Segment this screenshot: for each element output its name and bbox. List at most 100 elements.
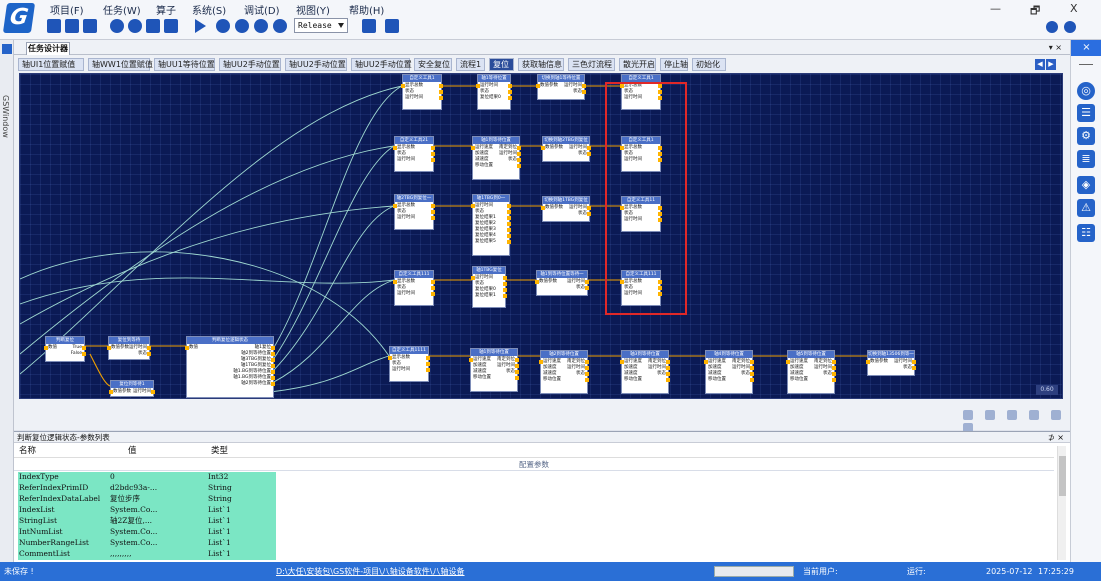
output-pin[interactable] (587, 206, 591, 210)
input-pin[interactable] (541, 146, 545, 150)
output-pin[interactable] (750, 372, 754, 376)
flow-tab[interactable]: 流程1 (456, 58, 485, 71)
input-pin[interactable] (393, 204, 397, 208)
output-pin[interactable] (515, 376, 519, 380)
flow-node[interactable]: 轴1到等待位置 运行速度 南定到位 加速度 运行时间 减速度 状态 移动位置 (469, 348, 519, 392)
output-pin[interactable] (515, 358, 519, 362)
flow-node[interactable]: 轴3到等待位置 运行速度 南定到位 加速度 运行时间 减速度 状态 移动位置 (620, 350, 670, 394)
loop-icon[interactable] (216, 19, 230, 33)
full-screen-icon[interactable] (164, 19, 178, 33)
output-pin[interactable] (426, 362, 430, 366)
minimize-button[interactable]: — (990, 2, 1001, 15)
output-pin[interactable] (147, 346, 151, 350)
flow-tab[interactable]: 轴UU2手动位置 (285, 58, 347, 71)
output-pin[interactable] (832, 366, 836, 370)
flow-node[interactable]: 切换到轴1等待位置 数值参数 运行时间 状态 (536, 74, 586, 100)
output-pin[interactable] (507, 204, 511, 208)
output-pin[interactable] (912, 360, 916, 364)
flow-node[interactable]: 轴1到等待位置等待一 数值参数 运行时间 状态 (535, 270, 589, 296)
output-pin[interactable] (515, 370, 519, 374)
flow-tab[interactable]: 复位 (489, 58, 514, 71)
output-pin[interactable] (507, 228, 511, 232)
input-pin[interactable] (471, 204, 475, 208)
flow-node[interactable]: 切换到轴13506到等一 数值参数 运行时间 状态 (866, 350, 916, 376)
flow-tab[interactable]: 轴UU2手动位置 (351, 58, 412, 71)
output-pin[interactable] (151, 390, 155, 394)
tab-task-designer[interactable]: 任务设计器 (26, 42, 70, 55)
output-pin[interactable] (503, 288, 507, 292)
parameter-panel-controls[interactable]: ⊅ × (1048, 432, 1064, 443)
flow-node[interactable]: 自定义工具21 显示总数 状态 运行时间 (393, 136, 435, 172)
output-pin[interactable] (431, 158, 435, 162)
input-pin[interactable] (393, 280, 397, 284)
output-pin[interactable] (507, 216, 511, 220)
stop-icon[interactable] (273, 19, 287, 33)
run-icon[interactable] (195, 19, 206, 33)
output-pin[interactable] (271, 376, 275, 380)
flow-node[interactable]: 轴1等待位置 运行时间 状态 复位结果0 (476, 74, 512, 110)
output-pin[interactable] (585, 360, 589, 364)
output-pin[interactable] (517, 152, 521, 156)
zoom-out-icon[interactable] (128, 19, 142, 33)
output-pin[interactable] (517, 164, 521, 168)
flow-node[interactable]: 轴4到等待位置 运行速度 南定到位 加速度 运行时间 减速度 状态 移动位置 (704, 350, 754, 394)
output-pin[interactable] (271, 346, 275, 350)
build-config-select[interactable]: Release (294, 18, 348, 33)
parameter-value[interactable]: ,,,,,,,,, (110, 549, 131, 560)
open-folder-icon[interactable] (83, 19, 97, 33)
step-icon[interactable] (254, 19, 268, 33)
flow-tab[interactable]: 停止轴 (660, 58, 688, 71)
flow-node[interactable]: 轴2到等待位置 运行速度 南定到位 加速度 运行时间 减速度 状态 移动位置 (539, 350, 589, 394)
output-pin[interactable] (508, 84, 512, 88)
flow-tab[interactable]: 轴WW1位置赋值 (88, 58, 153, 71)
input-pin[interactable] (469, 358, 473, 362)
output-pin[interactable] (666, 378, 670, 382)
align-right-icon[interactable] (984, 410, 995, 420)
right-panel-close[interactable]: × (1071, 40, 1101, 56)
restore-button[interactable]: 🗗 (1030, 2, 1040, 21)
input-pin[interactable] (107, 346, 111, 350)
flow-node[interactable]: 轴2TBG到复位一 显示总数 状态 运行时间 (393, 194, 435, 230)
output-pin[interactable] (82, 352, 86, 356)
menu-system[interactable]: 系统(S) (192, 2, 226, 17)
flow-node[interactable]: 轴1到等待位置 运行速度 南定到位 加速度 运行时间 减速度 状态 移动位置 (471, 136, 521, 180)
output-pin[interactable] (508, 90, 512, 94)
parameter-row[interactable]: IntNumList System.Co... List`1 (18, 527, 276, 538)
output-pin[interactable] (503, 276, 507, 280)
checklist-icon[interactable]: ☰ (1077, 104, 1095, 122)
menu-help[interactable]: 帮助(H) (349, 2, 384, 17)
output-pin[interactable] (585, 280, 589, 284)
menu-task[interactable]: 任务(W) (103, 2, 141, 17)
column-value[interactable]: 值 (128, 444, 137, 458)
output-pin[interactable] (666, 372, 670, 376)
output-pin[interactable] (431, 292, 435, 296)
parameter-row[interactable]: IndexList System.Co... List`1 (18, 505, 276, 516)
input-pin[interactable] (44, 346, 48, 350)
flow-node[interactable]: 复位到等待1 数值参数 运行时间 (109, 380, 155, 397)
output-pin[interactable] (912, 366, 916, 370)
flow-tab[interactable]: 三色灯流程 (568, 58, 615, 71)
output-pin[interactable] (503, 282, 507, 286)
input-pin[interactable] (535, 280, 539, 284)
input-pin[interactable] (393, 146, 397, 150)
parameter-row[interactable]: CommentList,,,,,,,,, List`1 (18, 549, 276, 560)
parameter-value[interactable]: System.Co... (110, 538, 157, 549)
scrollbar-thumb[interactable] (1059, 456, 1066, 496)
input-pin[interactable] (401, 84, 405, 88)
flow-tab[interactable]: 轴UI1位置赋值 (18, 58, 84, 71)
output-pin[interactable] (431, 216, 435, 220)
align-left-icon[interactable] (963, 410, 973, 420)
save-icon[interactable] (47, 19, 61, 33)
parameter-value[interactable]: d2bdc93a-... (110, 483, 157, 494)
tab-next-button[interactable]: ▶ (1046, 59, 1056, 70)
tab-prev-button[interactable]: ◀ (1035, 59, 1045, 70)
output-pin[interactable] (832, 360, 836, 364)
output-pin[interactable] (585, 378, 589, 382)
output-pin[interactable] (271, 382, 275, 386)
flow-node[interactable]: 自定义工具1111 显示总数 状态 运行时间 (388, 346, 430, 382)
window-icon[interactable] (2, 44, 12, 54)
fit-view-icon[interactable] (146, 19, 160, 33)
flow-node[interactable]: 自定义工具1 显示总数 状态 运行时间 (401, 74, 443, 110)
warning-icon[interactable]: ⚠ (1077, 199, 1095, 217)
column-name[interactable]: 名称 (19, 444, 36, 458)
